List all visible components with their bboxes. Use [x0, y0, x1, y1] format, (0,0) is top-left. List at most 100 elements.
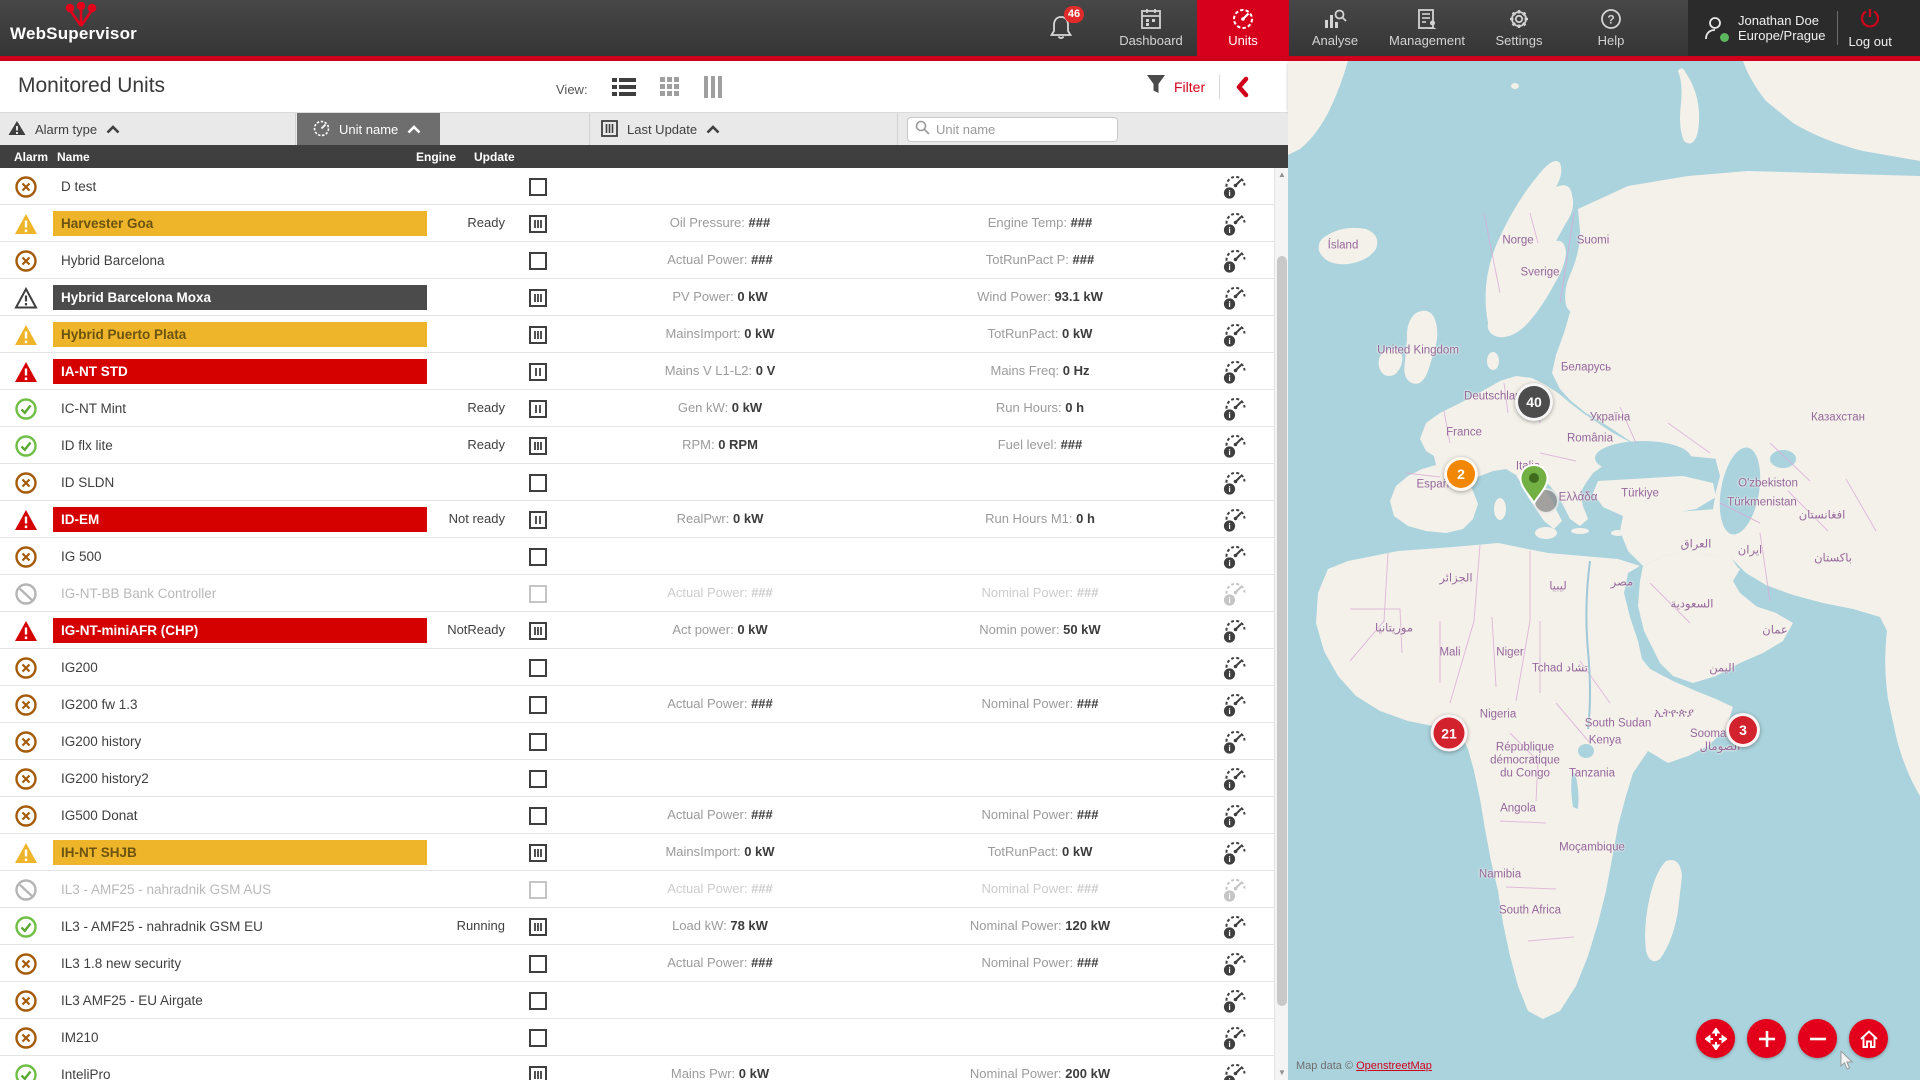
table-row[interactable]: Hybrid BarcelonaActual Power: ###TotRunP… — [0, 242, 1288, 279]
unit-detail-gauge-icon[interactable]: i — [1222, 728, 1249, 755]
home-button[interactable] — [1849, 1019, 1888, 1058]
zoom-out-button[interactable] — [1798, 1019, 1837, 1058]
unit-detail-gauge-icon[interactable]: i — [1222, 913, 1249, 940]
view-columns-button[interactable] — [704, 76, 722, 103]
table-row[interactable]: IC-NT MintReadyGen kW: 0 kWRun Hours: 0 … — [0, 390, 1288, 427]
nav-item-management[interactable]: Management — [1381, 0, 1473, 56]
table-row[interactable]: Hybrid Barcelona MoxaPV Power: 0 kWWind … — [0, 279, 1288, 316]
nav-item-settings[interactable]: Settings — [1473, 0, 1565, 56]
table-row[interactable]: IG200 historyi — [0, 723, 1288, 760]
table-scrollbar[interactable]: ▲ ▼ — [1274, 168, 1288, 1080]
filter-chip-last-update[interactable]: Last Update — [601, 113, 720, 146]
unit-detail-gauge-icon[interactable]: i — [1222, 173, 1249, 200]
nav-item-help[interactable]: ?Help — [1565, 0, 1657, 56]
map-cluster-marker[interactable]: 21 — [1431, 715, 1468, 752]
openstreetmap-link[interactable]: OpenstreetMap — [1356, 1060, 1432, 1072]
map-unit-pin[interactable] — [1519, 464, 1549, 509]
zoom-in-button[interactable] — [1747, 1019, 1786, 1058]
table-row[interactable]: IL3 1.8 new securityActual Power: ###Nom… — [0, 945, 1288, 982]
table-row[interactable]: IA-NT STDMains V L1-L2: 0 VMains Freq: 0… — [0, 353, 1288, 390]
unit-detail-gauge-icon[interactable]: i — [1222, 247, 1249, 274]
table-row[interactable]: IG-NT-miniAFR (CHP)NotReadyAct power: 0 … — [0, 612, 1288, 649]
metric-1: Gen kW: 0 kW — [560, 400, 880, 415]
view-list-button[interactable] — [612, 77, 636, 102]
user-info[interactable]: Jonathan Doe Europe/Prague — [1738, 13, 1825, 43]
table-row[interactable]: IG500 DonatActual Power: ###Nominal Powe… — [0, 797, 1288, 834]
scrollbar-thumb[interactable] — [1277, 256, 1287, 1006]
table-header: Alarm Name Engine Update — [0, 145, 1288, 168]
map-cluster-marker[interactable]: 3 — [1726, 713, 1760, 747]
alarm-status-icon — [14, 952, 38, 976]
unit-detail-gauge-icon[interactable]: i — [1222, 876, 1249, 903]
table-row[interactable]: Hybrid Puerto PlataMainsImport: 0 kWTotR… — [0, 316, 1288, 353]
filter-chip-alarm-type[interactable]: Alarm type — [8, 113, 120, 146]
column-header-engine: Engine — [416, 150, 456, 164]
unit-detail-gauge-icon[interactable]: i — [1222, 1024, 1249, 1051]
table-row[interactable]: ID SLDNi — [0, 464, 1288, 501]
monitored-units-panel: Monitored Units View: Filter — [0, 61, 1288, 1080]
table-row[interactable]: ID-EMNot readyRealPwr: 0 kWRun Hours M1:… — [0, 501, 1288, 538]
logout-button[interactable]: Log out — [1848, 7, 1891, 49]
unit-detail-gauge-icon[interactable]: i — [1222, 987, 1249, 1014]
unit-detail-gauge-icon[interactable]: i — [1222, 617, 1249, 644]
unit-detail-gauge-icon[interactable]: i — [1222, 580, 1249, 607]
table-row[interactable]: IH-NT SHJBMainsImport: 0 kWTotRunPact: 0… — [0, 834, 1288, 871]
table-row[interactable]: IG200 fw 1.3Actual Power: ###Nominal Pow… — [0, 686, 1288, 723]
unit-detail-gauge-icon[interactable]: i — [1222, 358, 1249, 385]
unit-name: IG200 — [53, 655, 427, 680]
gauge-icon — [313, 120, 330, 140]
user-status-dot — [1720, 33, 1729, 42]
unit-detail-gauge-icon[interactable]: i — [1222, 543, 1249, 570]
unit-name: IG200 fw 1.3 — [53, 692, 427, 717]
unit-detail-gauge-icon[interactable]: i — [1222, 321, 1249, 348]
nav-item-label: Analyse — [1312, 33, 1358, 48]
table-row[interactable]: IL3 - AMF25 - nahradnik GSM AUSActual Po… — [0, 871, 1288, 908]
pan-button[interactable] — [1696, 1019, 1735, 1058]
dashboard-icon — [1140, 8, 1162, 30]
units-map[interactable]: ÍslandNorgeSuomiSverigeUnited KingdomБел… — [1288, 61, 1920, 1080]
filter-button[interactable]: Filter — [1174, 79, 1205, 95]
view-grid-button[interactable] — [660, 77, 680, 102]
scroll-down-arrow[interactable]: ▼ — [1275, 1066, 1288, 1080]
unit-detail-gauge-icon[interactable]: i — [1222, 839, 1249, 866]
unit-detail-gauge-icon[interactable]: i — [1222, 802, 1249, 829]
table-row[interactable]: InteliProMains Pwr: 0 kWNominal Power: 2… — [0, 1056, 1288, 1080]
table-row[interactable]: IG200 history2i — [0, 760, 1288, 797]
filter-chip-unit-name[interactable]: Unit name — [297, 113, 440, 146]
nav-item-analyse[interactable]: Analyse — [1289, 0, 1381, 56]
table-row[interactable]: IG200 i — [0, 649, 1288, 686]
table-row[interactable]: Harvester GoaReadyOil Pressure: ###Engin… — [0, 205, 1288, 242]
unit-detail-gauge-icon[interactable]: i — [1222, 284, 1249, 311]
nav-item-units[interactable]: Units — [1197, 0, 1289, 56]
unit-detail-gauge-icon[interactable]: i — [1222, 765, 1249, 792]
svg-text:i: i — [1228, 891, 1230, 901]
table-row[interactable]: D testi — [0, 168, 1288, 205]
unit-detail-gauge-icon[interactable]: i — [1222, 432, 1249, 459]
table-row[interactable]: IM210i — [0, 1019, 1288, 1056]
unit-detail-gauge-icon[interactable]: i — [1222, 950, 1249, 977]
notifications-button[interactable]: 46 — [1048, 12, 1092, 52]
unit-detail-gauge-icon[interactable]: i — [1222, 1061, 1249, 1080]
unit-detail-gauge-icon[interactable]: i — [1222, 469, 1249, 496]
table-row[interactable]: IL3 AMF25 - EU Airgatei — [0, 982, 1288, 1019]
unit-detail-gauge-icon[interactable]: i — [1222, 654, 1249, 681]
map-cluster-marker[interactable]: 40 — [1515, 383, 1553, 421]
scroll-up-arrow[interactable]: ▲ — [1275, 168, 1288, 182]
user-avatar-icon[interactable] — [1700, 13, 1730, 43]
unit-detail-gauge-icon[interactable]: i — [1222, 506, 1249, 533]
table-row[interactable]: IG-NT-BB Bank ControllerActual Power: ##… — [0, 575, 1288, 612]
unit-detail-gauge-icon[interactable]: i — [1222, 210, 1249, 237]
previous-page-button[interactable] — [1234, 76, 1250, 98]
unit-search-input[interactable] — [936, 122, 1106, 137]
table-row[interactable]: ID flx liteReadyRPM: 0 RPMFuel level: ##… — [0, 427, 1288, 464]
nav-item-dashboard[interactable]: Dashboard — [1105, 0, 1197, 56]
user-timezone: Europe/Prague — [1738, 28, 1825, 43]
table-row[interactable]: IL3 - AMF25 - nahradnik GSM EURunningLoa… — [0, 908, 1288, 945]
unit-detail-gauge-icon[interactable]: i — [1222, 691, 1249, 718]
unit-detail-gauge-icon[interactable]: i — [1222, 395, 1249, 422]
update-status-icon — [528, 843, 548, 863]
unit-name: IG-NT-BB Bank Controller — [53, 581, 427, 606]
map-cluster-marker[interactable]: 2 — [1444, 457, 1478, 491]
management-icon — [1415, 8, 1439, 30]
table-row[interactable]: IG 500i — [0, 538, 1288, 575]
